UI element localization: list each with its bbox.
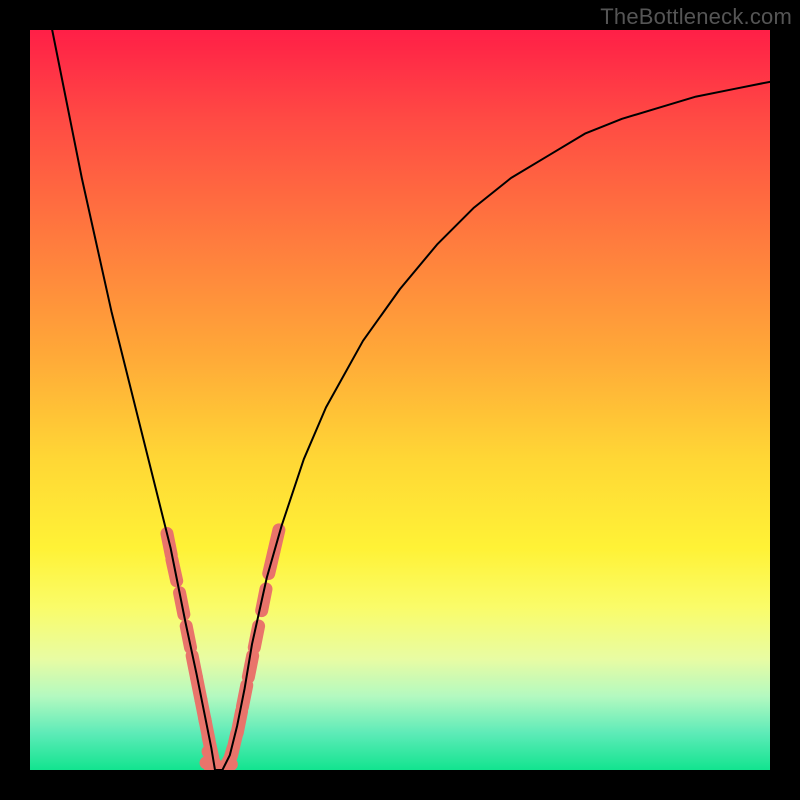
chart-frame: TheBottleneck.com — [0, 0, 800, 800]
curve-svg — [30, 30, 770, 770]
bottleneck-curve — [52, 30, 770, 770]
plot-area — [30, 30, 770, 770]
marker-group — [167, 530, 279, 770]
watermark-text: TheBottleneck.com — [600, 4, 792, 30]
